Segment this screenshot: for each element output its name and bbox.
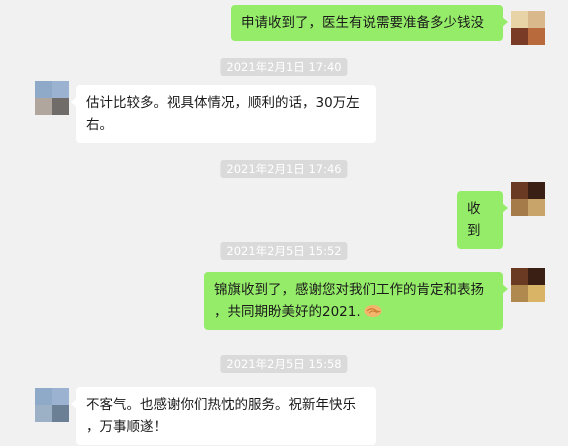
avatar-contact[interactable]	[35, 388, 69, 422]
message-text-line: 锦旗收到了，感谢您对我们工作的肯定和表扬	[214, 282, 484, 298]
avatar-self[interactable]	[511, 182, 545, 216]
message-bubble-outgoing[interactable]: 锦旗收到了，感谢您对我们工作的肯定和表扬 ，共同期盼美好的2021.	[204, 272, 508, 330]
timestamp: 2021年2月5日 15:58	[220, 355, 348, 373]
timestamp: 2021年2月1日 17:46	[220, 160, 348, 178]
message-text-line: 右。	[86, 117, 113, 133]
message-text-line: ，共同期盼美好的2021.	[214, 301, 493, 323]
message-text: 申请收到了，医生有说需要准备多少钱没	[241, 15, 484, 31]
handshake-icon	[364, 303, 382, 317]
message-bubble-incoming[interactable]: 估计比较多。视具体情况，顺利的话，30万左 右。	[71, 85, 376, 143]
avatar-self[interactable]	[511, 11, 545, 45]
timestamp: 2021年2月5日 15:52	[220, 242, 348, 260]
message-bubble-outgoing[interactable]: 收到	[457, 191, 508, 249]
message-text: ，共同期盼美好的2021.	[214, 304, 361, 320]
avatar-contact[interactable]	[35, 81, 69, 115]
message-bubble-incoming[interactable]: 不客气。也感谢你们热忱的服务。祝新年快乐 ，万事顺遂！	[71, 387, 376, 445]
timestamp: 2021年2月1日 17:40	[220, 58, 348, 76]
message-text-line: 估计比较多。视具体情况，顺利的话，30万左	[86, 95, 360, 111]
message-text: 收到	[467, 201, 481, 239]
avatar-self[interactable]	[511, 268, 545, 302]
message-text-line: ，万事顺遂！	[86, 419, 167, 435]
message-text-line: 不客气。也感谢你们热忱的服务。祝新年快乐	[86, 397, 356, 413]
message-bubble-outgoing[interactable]: 申请收到了，医生有说需要准备多少钱没	[231, 5, 508, 41]
